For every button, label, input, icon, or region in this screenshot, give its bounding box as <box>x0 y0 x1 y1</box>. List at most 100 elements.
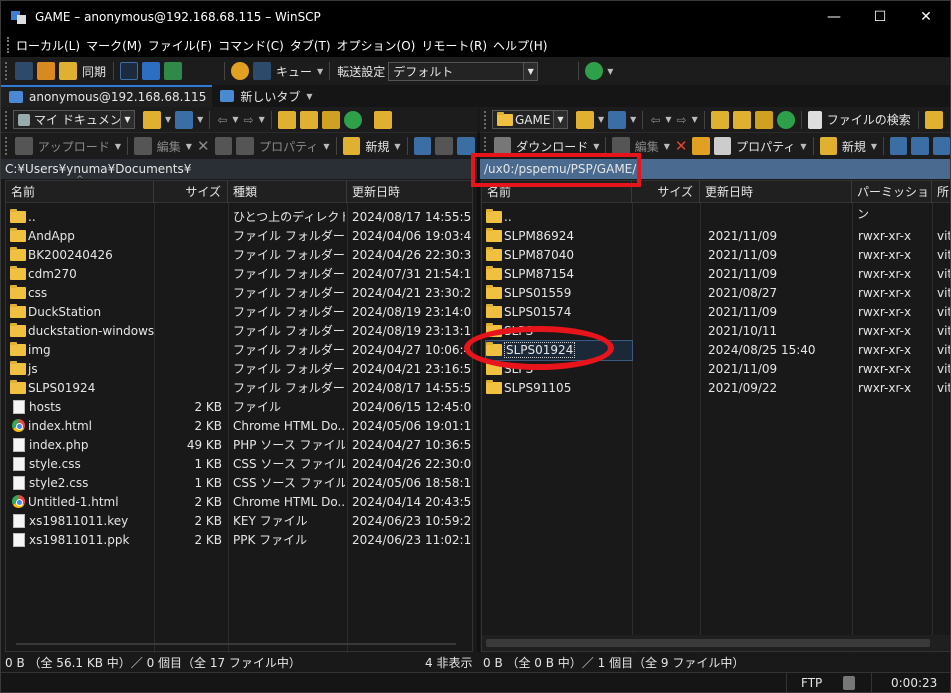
refresh-icon[interactable] <box>343 110 362 129</box>
properties-button[interactable]: プロパティ <box>259 138 318 155</box>
menu-file[interactable]: ファイル(F) <box>145 37 215 54</box>
sync-button[interactable]: 同期 <box>82 63 106 80</box>
properties-icon[interactable] <box>713 137 732 155</box>
chevron-down-icon[interactable]: ▼ <box>186 142 192 151</box>
console-icon[interactable] <box>120 62 139 80</box>
queue-button[interactable]: キュー <box>276 63 312 80</box>
tab-new[interactable]: 新しいタブ ▼ <box>212 85 320 107</box>
horizontal-scrollbar[interactable] <box>16 643 456 645</box>
find-files-button[interactable]: ファイルの検索 <box>827 111 911 128</box>
putty-icon[interactable] <box>142 62 161 80</box>
chevron-down-icon[interactable]: ▼ <box>232 115 238 124</box>
synchronize-browse-icon[interactable] <box>37 62 55 80</box>
chevron-down-icon[interactable]: ▼ <box>692 115 698 124</box>
filter-icon[interactable] <box>608 110 627 129</box>
menu-mark[interactable]: マーク(M) <box>83 37 145 54</box>
remote-file-row[interactable]: SLPM87040 2021/11/09 rwxr-xr-x vit <box>482 246 950 265</box>
local-file-row[interactable]: Untitled-1.html 2 KB Chrome HTML Do... 2024… <box>6 493 474 512</box>
filter-select-icon[interactable] <box>932 137 950 155</box>
deselect-icon[interactable] <box>911 137 929 155</box>
home-icon[interactable] <box>321 110 340 129</box>
properties-button[interactable]: プロパティ <box>736 138 795 155</box>
chevron-down-icon[interactable]: ▼ <box>665 115 671 124</box>
rename-icon[interactable] <box>692 137 710 155</box>
column-owner[interactable]: 所 <box>932 181 950 203</box>
column-permissions[interactable]: パーミッション <box>852 181 932 221</box>
bookmark-icon[interactable] <box>924 110 943 129</box>
compare-dirs-icon[interactable] <box>15 62 33 80</box>
new-button[interactable]: 新規 <box>365 138 389 155</box>
close-button[interactable]: ✕ <box>903 1 949 33</box>
minimize-button[interactable]: — <box>811 1 857 33</box>
new-icon[interactable] <box>342 137 361 155</box>
local-file-row[interactable]: css ファイル フォルダー 2024/04/21 23:30:21 <box>6 284 474 303</box>
filter-icon[interactable] <box>175 110 194 129</box>
chevron-down-icon[interactable]: ▼ <box>523 62 538 80</box>
forward-icon[interactable]: ⇨ <box>244 113 254 127</box>
gear-icon[interactable] <box>231 62 250 80</box>
find-files-icon[interactable] <box>373 110 392 129</box>
parent-dir-icon[interactable] <box>277 110 296 129</box>
home-icon[interactable] <box>754 110 773 129</box>
menu-tab[interactable]: タブ(T) <box>287 37 334 54</box>
chevron-down-icon[interactable]: ▼ <box>800 142 806 151</box>
remote-file-row[interactable]: SLPS01574 2021/11/09 rwxr-xr-x vit <box>482 303 950 322</box>
remote-file-row[interactable]: .. <box>482 208 950 227</box>
forward-icon[interactable]: ⇨ <box>677 113 687 127</box>
delete-icon[interactable]: ✕ <box>197 137 210 155</box>
rename-icon[interactable] <box>214 137 233 155</box>
local-file-row[interactable]: cdm270 ファイル フォルダー 2024/07/31 21:54:18 <box>6 265 474 284</box>
chevron-down-icon[interactable]: ▼ <box>317 67 323 76</box>
remote-file-row[interactable]: SLPM87154 2021/11/09 rwxr-xr-x vit <box>482 265 950 284</box>
open-folder-icon[interactable] <box>143 110 161 129</box>
local-file-row[interactable]: index.php 49 KB PHP ソース ファイル 2024/04/27 10:… <box>6 436 474 455</box>
queue-icon[interactable] <box>253 62 272 80</box>
download-button[interactable]: ダウンロード <box>516 138 588 155</box>
open-folder-icon[interactable] <box>576 110 594 129</box>
menu-help[interactable]: ヘルプ(H) <box>490 37 550 54</box>
local-file-row[interactable]: DuckStation ファイル フォルダー 2024/08/19 23:14:02 <box>6 303 474 322</box>
tab-session[interactable]: anonymous@192.168.68.115 <box>1 85 213 107</box>
chevron-down-icon[interactable]: ▼ <box>871 142 877 151</box>
local-hidden-count[interactable]: 4 非表示 <box>425 654 472 671</box>
local-file-row[interactable]: BK200240426 ファイル フォルダー 2024/04/26 22:30:39 <box>6 246 474 265</box>
column-size[interactable]: サイズ <box>632 181 700 203</box>
sync-icon[interactable] <box>59 62 77 80</box>
column-modified[interactable]: 更新日時 <box>700 181 852 203</box>
upload-icon[interactable] <box>14 137 33 155</box>
local-file-row[interactable]: style2.css 1 KB CSS ソース ファイル 2024/05/06 18:… <box>6 474 474 493</box>
back-icon[interactable]: ⇦ <box>217 113 227 127</box>
chevron-down-icon[interactable]: ▼ <box>630 115 636 124</box>
chevron-down-icon[interactable]: ▼ <box>664 142 670 151</box>
refresh-icon[interactable] <box>164 62 183 80</box>
chevron-down-icon[interactable]: ▼ <box>323 142 329 151</box>
local-file-row[interactable]: xs19811011.key 2 KB KEY ファイル 2024/06/23 10:… <box>6 512 474 531</box>
local-file-row[interactable]: hosts 2 KB ファイル 2024/06/15 12:45:06 <box>6 398 474 417</box>
chevron-down-icon[interactable]: ▼ <box>115 142 121 151</box>
transfer-settings-select[interactable]: デフォルト ▼ <box>388 61 539 81</box>
local-path-bar[interactable]: C:¥Users¥ynuma¥Documents¥ <box>1 159 477 179</box>
root-dir-icon[interactable] <box>732 110 751 129</box>
keep-uptodate-icon[interactable] <box>585 62 604 80</box>
chevron-down-icon[interactable]: ▼ <box>120 111 134 128</box>
parent-dir-icon[interactable] <box>710 110 729 129</box>
delete-icon[interactable]: ✕ <box>675 137 688 155</box>
column-type[interactable]: 種類 <box>228 181 347 203</box>
menu-remote[interactable]: リモート(R) <box>418 37 490 54</box>
edit-icon[interactable] <box>133 137 152 155</box>
scrollbar-thumb[interactable] <box>486 639 930 647</box>
refresh-icon[interactable] <box>776 110 795 129</box>
horizontal-scrollbar[interactable] <box>482 635 950 651</box>
remote-file-row[interactable]: SLPM86924 2021/11/09 rwxr-xr-x vit <box>482 227 950 246</box>
local-file-row[interactable]: js ファイル フォルダー 2024/04/21 23:16:55 <box>6 360 474 379</box>
local-file-row[interactable]: img ファイル フォルダー 2024/04/27 10:06:43 <box>6 341 474 360</box>
select-all-icon[interactable] <box>890 137 908 155</box>
back-icon[interactable]: ⇦ <box>650 113 660 127</box>
chevron-down-icon[interactable]: ▼ <box>598 115 604 124</box>
local-file-row[interactable]: AndApp ファイル フォルダー 2024/04/06 19:03:43 <box>6 227 474 246</box>
chevron-down-icon[interactable]: ▼ <box>306 92 312 101</box>
chevron-down-icon[interactable]: ▼ <box>197 115 203 124</box>
chevron-down-icon[interactable]: ▼ <box>607 67 613 76</box>
chevron-down-icon[interactable]: ▼ <box>394 142 400 151</box>
local-file-row[interactable]: style.css 1 KB CSS ソース ファイル 2024/04/26 22:3… <box>6 455 474 474</box>
